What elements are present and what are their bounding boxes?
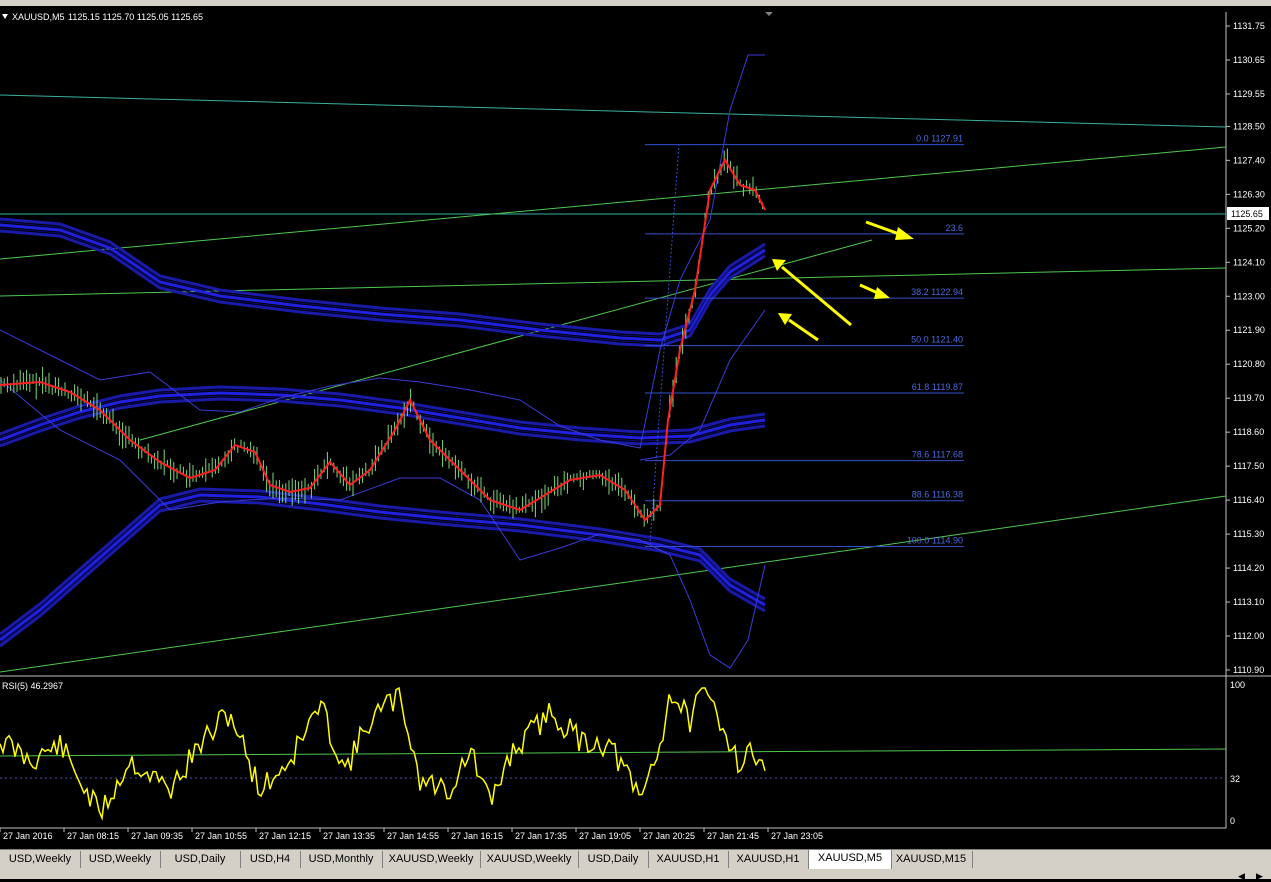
price-tick-label: 1128.50 (1233, 121, 1265, 131)
price-tick-label: 1127.40 (1233, 155, 1265, 165)
time-tick-label: 27 Jan 09:35 (131, 831, 183, 841)
time-tick-label: 27 Jan 20:25 (643, 831, 695, 841)
chart-tab[interactable]: USD,Daily (578, 851, 649, 868)
time-tick-label: 27 Jan 14:55 (387, 831, 439, 841)
chart-tab[interactable]: XAUUSD,H1 (648, 851, 729, 868)
fib-level-label: 78.6 1117.68 (912, 450, 963, 460)
chart-tab[interactable]: XAUUSD,Weekly (382, 851, 481, 868)
price-tick-label: 1112.00 (1233, 631, 1264, 641)
price-tick-label: 1125.20 (1233, 223, 1265, 233)
chart-tab[interactable]: USD,H4 (240, 851, 301, 868)
chart-tab[interactable]: USD,Monthly (300, 851, 383, 868)
price-tick-label: 1123.00 (1233, 291, 1265, 301)
price-tick-label: 1131.75 (1233, 21, 1265, 31)
price-tick-label: 1116.40 (1233, 495, 1264, 505)
chart-tab[interactable]: XAUUSD,M5 (808, 850, 892, 870)
chart-tab[interactable]: XAUUSD,M15 (890, 851, 973, 868)
time-tick-label: 27 Jan 2016 (3, 831, 53, 841)
price-tick-label: 1113.10 (1233, 597, 1264, 607)
fib-level-label: 50.0 1121.40 (911, 335, 963, 345)
fib-level-label: 88.6 1116.38 (912, 490, 963, 500)
fib-level-label: 23.6 (945, 223, 963, 233)
chart-tab[interactable]: USD,Weekly (0, 851, 81, 868)
time-tick-label: 27 Jan 13:35 (323, 831, 375, 841)
price-tick-label: 1119.70 (1233, 393, 1264, 403)
rsi-label: RSI(5) 46.2967 (2, 681, 63, 691)
time-tick-label: 27 Jan 17:35 (515, 831, 567, 841)
price-tick-label: 1124.10 (1233, 257, 1265, 267)
time-tick-label: 27 Jan 12:15 (259, 831, 311, 841)
status-strip: ◀ ▶ (0, 869, 1271, 882)
chart-tab[interactable]: XAUUSD,Weekly (480, 851, 579, 868)
price-tick-label: 1120.80 (1233, 359, 1265, 369)
symbol-label: XAUUSD,M5 (12, 12, 65, 22)
price-tick-label: 1118.60 (1233, 427, 1264, 437)
tab-scroll-left-icon[interactable]: ◀ (1238, 872, 1245, 882)
fib-level-label: 38.2 1122.94 (911, 287, 963, 297)
chart-area[interactable]: XAUUSD,M5 1125.15 1125.70 1125.05 1125.6… (0, 6, 1271, 849)
time-tick-label: 27 Jan 23:05 (771, 831, 823, 841)
tab-scroll-right-icon[interactable]: ▶ (1256, 872, 1263, 882)
ohlc-label: 1125.15 1125.70 1125.05 1125.65 (68, 12, 203, 22)
chart-background (0, 6, 1271, 849)
current-price-label: 1125.65 (1231, 209, 1263, 219)
time-tick-label: 27 Jan 08:15 (67, 831, 119, 841)
price-tick-label: 1117.50 (1233, 461, 1264, 471)
rsi-tick-0: 0 (1230, 816, 1235, 826)
price-tick-label: 1130.65 (1233, 55, 1265, 65)
chart-tab[interactable]: USD,Daily (160, 851, 241, 868)
fib-level-label: 100.0 1114.90 (907, 535, 963, 545)
time-tick-label: 27 Jan 16:15 (451, 831, 503, 841)
chart-tab[interactable]: XAUUSD,H1 (728, 851, 809, 868)
price-tick-label: 1114.20 (1233, 563, 1264, 573)
price-tick-label: 1121.90 (1233, 325, 1265, 335)
fib-level-label: 0.0 1127.91 (916, 134, 963, 144)
price-tick-label: 1110.90 (1233, 665, 1264, 675)
rsi-tick-100: 100 (1230, 680, 1245, 690)
price-tick-label: 1126.30 (1233, 189, 1265, 199)
time-tick-label: 27 Jan 21:45 (707, 831, 759, 841)
fib-level-label: 61.8 1119.87 (912, 382, 963, 392)
rsi-tick-32: 32 (1230, 774, 1240, 784)
chart-tab-bar: USD,Weekly USD,Weekly USD,Daily USD,H4 USD,M… (0, 849, 1271, 870)
price-tick-label: 1115.30 (1233, 529, 1264, 539)
chart-tab[interactable]: USD,Weekly (80, 851, 161, 868)
time-tick-label: 27 Jan 19:05 (579, 831, 631, 841)
time-tick-label: 27 Jan 10:55 (195, 831, 247, 841)
price-tick-label: 1129.55 (1233, 89, 1265, 99)
